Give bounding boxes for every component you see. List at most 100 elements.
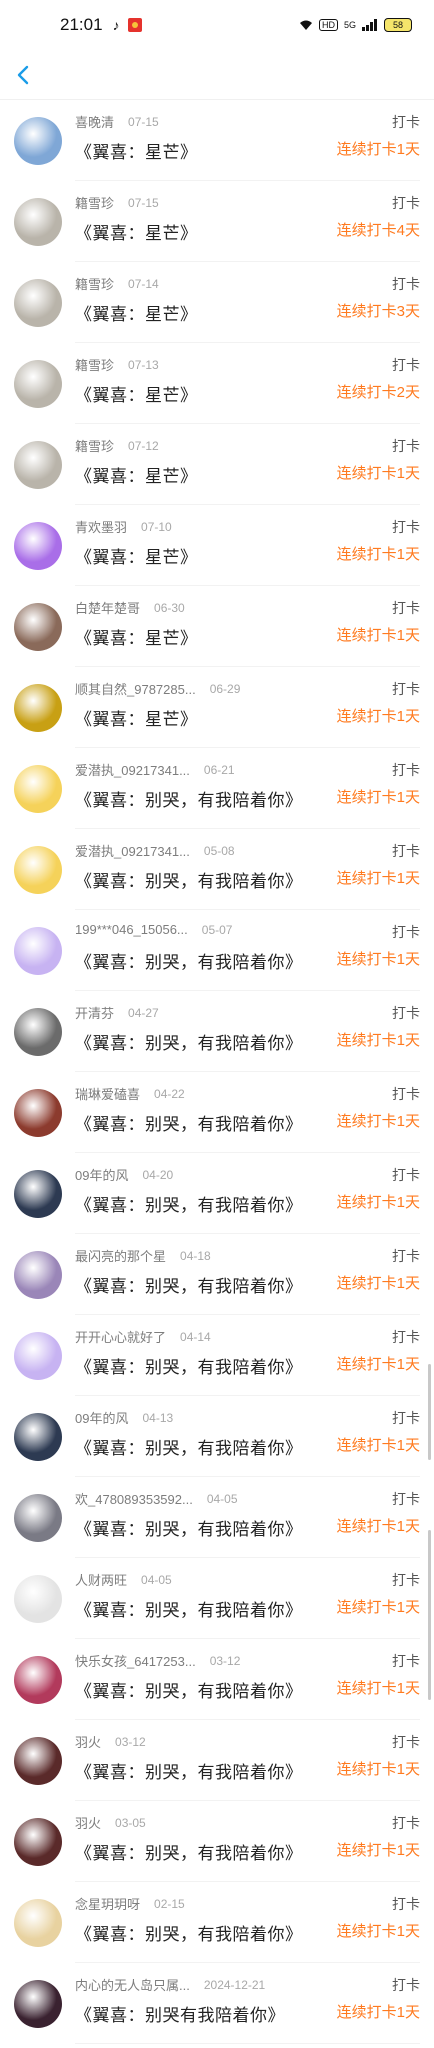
book-title[interactable]: 《翼喜：星芒》 xyxy=(75,543,198,568)
book-title[interactable]: 《翼喜：星芒》 xyxy=(75,381,198,406)
user-name[interactable]: 最闪亮的那个星 xyxy=(75,1246,166,1265)
user-name[interactable]: 09年的风 xyxy=(75,1165,128,1184)
user-name[interactable]: 籍雪珍 xyxy=(75,355,114,374)
book-title[interactable]: 《翼喜：别哭，有我陪着你》 xyxy=(75,1515,303,1540)
book-title[interactable]: 《翼喜：别哭，有我陪着你》 xyxy=(75,867,303,892)
avatar[interactable] xyxy=(14,764,62,813)
list-item[interactable]: 开清芬 04-27 《翼喜：别哭，有我陪着你》 打卡 连续打卡1天 xyxy=(0,991,434,1072)
list-item[interactable]: 09年的风 04-20 《翼喜：别哭，有我陪着你》 打卡 连续打卡1天 xyxy=(0,1153,434,1234)
avatar[interactable] xyxy=(14,1412,62,1461)
list-item[interactable]: 快乐女孩_6417253... 03-12 《翼喜：别哭，有我陪着你》 打卡 连… xyxy=(0,1639,434,1720)
user-name[interactable]: 籍雪珍 xyxy=(75,193,114,212)
avatar[interactable] xyxy=(14,1088,62,1137)
user-name[interactable]: 人财两旺 xyxy=(75,1570,127,1589)
book-title[interactable]: 《翼喜：别哭，有我陪着你》 xyxy=(75,1596,303,1621)
book-title[interactable]: 《翼喜：别哭，有我陪着你》 xyxy=(75,1191,303,1216)
book-title[interactable]: 《翼喜：别哭，有我陪着你》 xyxy=(75,948,303,973)
book-title[interactable]: 《翼喜：星芒》 xyxy=(75,138,198,163)
user-name[interactable]: 199***046_15056... xyxy=(75,922,188,937)
user-name[interactable]: 爱潜执_09217341... xyxy=(75,760,190,779)
list-item[interactable]: 羽火 03-12 《翼喜：别哭，有我陪着你》 打卡 连续打卡1天 xyxy=(0,1720,434,1801)
list-item[interactable]: 开开心心就好了 04-14 《翼喜：别哭，有我陪着你》 打卡 连续打卡1天 xyxy=(0,1315,434,1396)
avatar[interactable] xyxy=(14,278,62,327)
user-name[interactable]: 开开心心就好了 xyxy=(75,1327,166,1346)
list-item[interactable]: 籍雪珍 07-14 《翼喜：星芒》 打卡 连续打卡3天 xyxy=(0,262,434,343)
avatar[interactable] xyxy=(14,1898,62,1947)
avatar[interactable] xyxy=(14,1574,62,1623)
avatar[interactable] xyxy=(14,1169,62,1218)
list-item[interactable]: 顺其自然_9787285... 06-29 《翼喜：星芒》 打卡 连续打卡1天 xyxy=(0,667,434,748)
avatar[interactable] xyxy=(14,521,62,570)
book-title[interactable]: 《翼喜：别哭，有我陪着你》 xyxy=(75,1758,303,1783)
avatar[interactable] xyxy=(14,440,62,489)
avatar[interactable] xyxy=(14,116,62,165)
avatar[interactable] xyxy=(14,359,62,408)
list-item[interactable]: 瑞琳爱磕喜 04-22 《翼喜：别哭，有我陪着你》 打卡 连续打卡1天 xyxy=(0,1072,434,1153)
user-name[interactable]: 09年的风 xyxy=(75,1408,128,1427)
book-title[interactable]: 《翼喜：星芒》 xyxy=(75,300,198,325)
list-item[interactable]: 欢_478089353592... 04-05 《翼喜：别哭，有我陪着你》 打卡… xyxy=(0,1477,434,1558)
avatar[interactable] xyxy=(14,1655,62,1704)
user-name[interactable]: 青欢墨羽 xyxy=(75,517,127,536)
user-name[interactable]: 喜晚清 xyxy=(75,112,114,131)
book-title[interactable]: 《翼喜：别哭，有我陪着你》 xyxy=(75,1839,303,1864)
book-title[interactable]: 《翼喜：别哭，有我陪着你》 xyxy=(75,1920,303,1945)
list-item[interactable]: 爱潜执_09217341... 06-21 《翼喜：别哭，有我陪着你》 打卡 连… xyxy=(0,748,434,829)
avatar[interactable] xyxy=(14,1331,62,1380)
avatar[interactable] xyxy=(14,926,62,975)
book-title[interactable]: 《翼喜：别哭，有我陪着你》 xyxy=(75,1677,303,1702)
user-name[interactable]: 内心的无人岛只属... xyxy=(75,1975,190,1994)
list-item[interactable]: 喜晚清 07-15 《翼喜：星芒》 打卡 连续打卡1天 xyxy=(0,100,434,181)
user-name[interactable]: 爱潜执_09217341... xyxy=(75,841,190,860)
list-item[interactable]: 青欢墨羽 07-10 《翼喜：星芒》 打卡 连续打卡1天 xyxy=(0,505,434,586)
book-title[interactable]: 《翼喜：星芒》 xyxy=(75,705,198,730)
user-name[interactable]: 念星玥玥呀 xyxy=(75,1894,140,1913)
avatar[interactable] xyxy=(14,1817,62,1866)
list-item[interactable]: 内心的无人岛只属... 2024-12-21 《翼喜：别哭有我陪着你》 打卡 连… xyxy=(0,1963,434,2044)
avatar[interactable] xyxy=(14,683,62,732)
list-item[interactable]: 羽火 03-05 《翼喜：别哭，有我陪着你》 打卡 连续打卡1天 xyxy=(0,1801,434,1882)
user-name[interactable]: 欢_478089353592... xyxy=(75,1489,193,1508)
user-name[interactable]: 快乐女孩_6417253... xyxy=(75,1651,196,1670)
avatar[interactable] xyxy=(14,1979,62,2028)
name-line: 羽火 03-05 xyxy=(75,1813,146,1832)
list-item[interactable]: 籍雪珍 07-15 《翼喜：星芒》 打卡 连续打卡4天 xyxy=(0,181,434,262)
list-item[interactable]: 爱潜执_09217341... 05-08 《翼喜：别哭，有我陪着你》 打卡 连… xyxy=(0,829,434,910)
list-item[interactable]: 09年的风 04-13 《翼喜：别哭，有我陪着你》 打卡 连续打卡1天 xyxy=(0,1396,434,1477)
book-title[interactable]: 《翼喜：别哭有我陪着你》 xyxy=(75,2001,285,2026)
user-name[interactable]: 顺其自然_9787285... xyxy=(75,679,196,698)
scrollbar-thumb-lower[interactable] xyxy=(428,1530,431,1700)
book-title[interactable]: 《翼喜：别哭，有我陪着你》 xyxy=(75,1110,303,1135)
list-item[interactable]: 籍雪珍 07-12 《翼喜：星芒》 打卡 连续打卡1天 xyxy=(0,424,434,505)
avatar[interactable] xyxy=(14,1250,62,1299)
list-item[interactable]: 199***046_15056... 05-07 《翼喜：别哭，有我陪着你》 打… xyxy=(0,910,434,991)
user-name[interactable]: 籍雪珍 xyxy=(75,274,114,293)
book-title[interactable]: 《翼喜：星芒》 xyxy=(75,219,198,244)
list-item[interactable]: 白楚年楚哥 06-30 《翼喜：星芒》 打卡 连续打卡1天 xyxy=(0,586,434,667)
user-name[interactable]: 白楚年楚哥 xyxy=(75,598,140,617)
avatar[interactable] xyxy=(14,1736,62,1785)
book-title[interactable]: 《翼喜：星芒》 xyxy=(75,462,198,487)
book-title[interactable]: 《翼喜：别哭，有我陪着你》 xyxy=(75,1272,303,1297)
book-title[interactable]: 《翼喜：星芒》 xyxy=(75,624,198,649)
book-title[interactable]: 《翼喜：别哭，有我陪着你》 xyxy=(75,1029,303,1054)
user-name[interactable]: 羽火 xyxy=(75,1732,101,1751)
user-name[interactable]: 羽火 xyxy=(75,1813,101,1832)
book-title[interactable]: 《翼喜：别哭，有我陪着你》 xyxy=(75,786,303,811)
avatar[interactable] xyxy=(14,845,62,894)
avatar[interactable] xyxy=(14,197,62,246)
avatar[interactable] xyxy=(14,602,62,651)
list-item[interactable]: 人财两旺 04-05 《翼喜：别哭，有我陪着你》 打卡 连续打卡1天 xyxy=(0,1558,434,1639)
back-chevron-icon[interactable] xyxy=(14,65,34,85)
list-item[interactable]: 籍雪珍 07-13 《翼喜：星芒》 打卡 连续打卡2天 xyxy=(0,343,434,424)
book-title[interactable]: 《翼喜：别哭，有我陪着你》 xyxy=(75,1434,303,1459)
avatar[interactable] xyxy=(14,1007,62,1056)
list-item[interactable]: 念星玥玥呀 02-15 《翼喜：别哭，有我陪着你》 打卡 连续打卡1天 xyxy=(0,1882,434,1963)
user-name[interactable]: 瑞琳爱磕喜 xyxy=(75,1084,140,1103)
list-item[interactable]: 最闪亮的那个星 04-18 《翼喜：别哭，有我陪着你》 打卡 连续打卡1天 xyxy=(0,1234,434,1315)
scrollbar-thumb[interactable] xyxy=(428,1364,431,1460)
book-title[interactable]: 《翼喜：别哭，有我陪着你》 xyxy=(75,1353,303,1378)
user-name[interactable]: 开清芬 xyxy=(75,1003,114,1022)
user-name[interactable]: 籍雪珍 xyxy=(75,436,114,455)
avatar[interactable] xyxy=(14,1493,62,1542)
